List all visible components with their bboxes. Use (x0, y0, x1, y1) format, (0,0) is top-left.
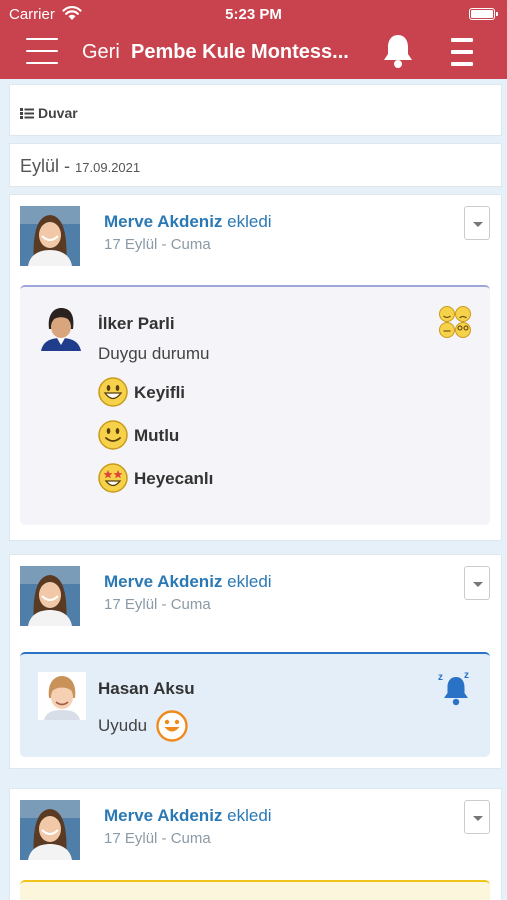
wall-post: Merve Akdeniz ekledi 17 Eylül - Cuma İlk… (9, 194, 502, 541)
wall-post: Merve Akdeniz ekledi 17 Eylül - Cuma Has… (9, 554, 502, 769)
post-date: 17 Eylül - Cuma (104, 236, 211, 253)
date-group-month: Eylül (20, 156, 60, 176)
post-options-dropdown[interactable] (464, 206, 490, 240)
wall-tab-text: Duvar (38, 105, 78, 121)
mood-label: Keyifli (134, 383, 186, 402)
post-date: 17 Eylül - Cuma (104, 830, 211, 847)
post-author[interactable]: Merve Akdeniz ekledi (104, 212, 272, 232)
post-author-name[interactable]: Merve Akdeniz (104, 572, 222, 591)
mood-label: Mutlu (134, 426, 180, 445)
wall-tab-label: Duvar (20, 105, 78, 121)
date-group-header: Eylül - 17.09.2021 (9, 143, 502, 187)
page-title: Pembe Kule Montess... (131, 41, 349, 63)
post-action: ekledi (227, 212, 272, 231)
child-name[interactable]: Hasan Aksu (98, 679, 195, 699)
wall-post: Merve Akdeniz ekledi 17 Eylül - Cuma (9, 788, 502, 900)
post-action: ekledi (227, 806, 272, 825)
grinning-face-icon (98, 377, 128, 407)
card-subtitle: Duygu durumu (98, 344, 210, 363)
svg-text:z: z (438, 672, 443, 683)
post-date: 17 Eylül - Cuma (104, 596, 211, 613)
post-author[interactable]: Merve Akdeniz ekledi (104, 806, 272, 826)
card-text: Uyudu (98, 716, 148, 735)
wall-tab[interactable]: Duvar (9, 84, 502, 136)
star-struck-face-icon (98, 463, 128, 493)
post-author[interactable]: Merve Akdeniz ekledi (104, 572, 272, 592)
wall-feed[interactable]: Duvar Eylül - 17.09.2021 Merve Akdeniz e… (5, 79, 502, 900)
date-group-date: 17.09.2021 (75, 160, 141, 175)
mood-faces-icon (439, 306, 471, 338)
mood-card: İlker Parli Duygu durumu Keyifli Mutlu H… (20, 285, 490, 525)
sleep-bell-icon: z z (438, 670, 469, 706)
notifications-bell-icon[interactable] (381, 32, 415, 70)
child-avatar[interactable] (38, 672, 86, 720)
avatar[interactable] (20, 800, 80, 860)
child-name[interactable]: İlker Parli (98, 314, 175, 334)
avatar[interactable] (20, 206, 80, 266)
avatar[interactable] (20, 566, 80, 626)
svg-text:z: z (464, 670, 469, 681)
smiley-icon (156, 710, 188, 742)
more-options-button[interactable] (451, 38, 473, 66)
child-avatar[interactable] (37, 303, 85, 351)
list-icon (20, 108, 34, 119)
post-author-name[interactable]: Merve Akdeniz (104, 806, 222, 825)
post-action: ekledi (227, 572, 272, 591)
date-group-separator: - (64, 156, 71, 176)
sleep-card: Hasan Aksu Uyudu z z (20, 652, 490, 757)
post-author-name[interactable]: Merve Akdeniz (104, 212, 222, 231)
date-group-title: Eylül - 17.09.2021 (20, 156, 140, 177)
status-bar: Carrier 5:23 PM (0, 0, 507, 28)
battery-icon (469, 8, 498, 20)
activity-card (20, 880, 490, 900)
mood-label: Heyecanlı (134, 469, 214, 488)
app-header: Carrier 5:23 PM Geri Pembe Kule Montess.… (0, 0, 507, 79)
post-options-dropdown[interactable] (464, 800, 490, 834)
back-button[interactable]: Geri (82, 41, 120, 64)
menu-button[interactable] (26, 38, 58, 64)
post-options-dropdown[interactable] (464, 566, 490, 600)
smiling-face-icon (98, 420, 128, 450)
status-time: 5:23 PM (225, 6, 282, 23)
